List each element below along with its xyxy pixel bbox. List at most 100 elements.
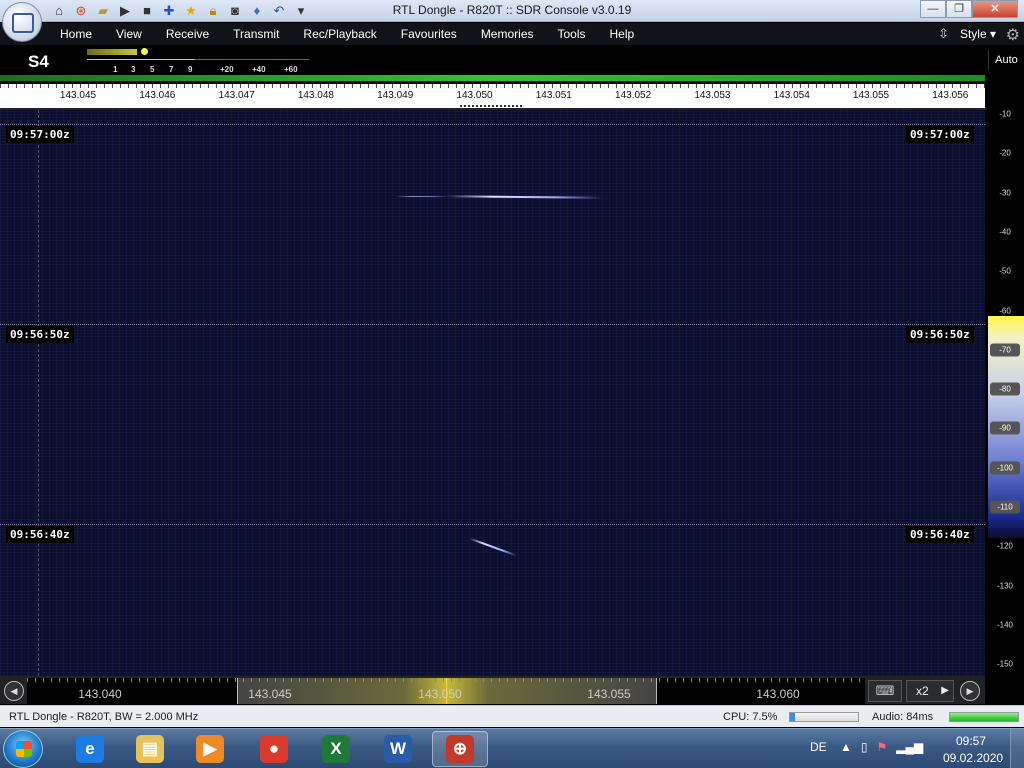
device-icon[interactable]: ▯ — [861, 740, 868, 754]
db-scale-label: -60 — [999, 306, 1011, 315]
language-indicator[interactable]: DE — [810, 740, 827, 754]
stop-icon[interactable]: ■ — [138, 2, 156, 20]
show-hidden-icons-icon[interactable]: ▲ — [840, 740, 852, 754]
center-marker — [460, 105, 524, 107]
device-status: RTL Dongle - R820T, BW = 2.000 MHz — [9, 711, 199, 723]
navigator-frequency-label: 143.040 — [78, 687, 122, 701]
keyboard-icon[interactable]: ⌨ — [868, 680, 902, 702]
home-icon[interactable]: ⌂ — [50, 2, 68, 20]
taskbar-app-chrome[interactable]: ● — [246, 731, 302, 767]
frequency-tick-label: 143.048 — [297, 90, 334, 101]
start-button[interactable] — [3, 730, 43, 768]
menu-item-transmit[interactable]: Transmit — [221, 23, 291, 45]
add-icon[interactable]: ✚ — [160, 2, 178, 20]
camera-icon[interactable]: ◙ — [226, 2, 244, 20]
taskbar-app-internet-explorer[interactable]: e — [62, 731, 118, 767]
signal-trace — [445, 195, 603, 199]
menu-item-help[interactable]: Help — [598, 23, 647, 45]
menu-item-memories[interactable]: Memories — [469, 23, 546, 45]
frequency-tick-label: 143.047 — [218, 90, 255, 101]
db-scale-label: -140 — [996, 620, 1013, 630]
clock-date[interactable]: 09.02.2020 — [943, 751, 1003, 765]
menu-item-rec-playback[interactable]: Rec/Playback — [291, 23, 388, 45]
clock-time[interactable]: 09:57 — [956, 734, 986, 748]
taskbar-app-sdr-console[interactable]: ⊕ — [432, 731, 488, 767]
s-meter-scale-label: 1 — [113, 65, 118, 74]
frequency-tick-label: 143.046 — [139, 90, 176, 101]
navigator-frequency-label: 143.045 — [248, 687, 292, 701]
time-label-right: 09:56:50z — [906, 326, 974, 343]
main-menu: Home View Receive Transmit Rec/Playback Favou… — [48, 23, 646, 45]
folder-icon[interactable]: ▰ — [94, 2, 112, 20]
action-center-flag-icon[interactable]: ⚑ — [877, 740, 888, 754]
drop-icon[interactable]: ♦ — [248, 2, 266, 20]
taskbar-app-media-player[interactable]: ▶ — [182, 731, 238, 767]
navigator-divider — [656, 678, 657, 704]
taskbar-app-excel[interactable]: X — [308, 731, 364, 767]
db-scale-label: -150 — [996, 659, 1013, 669]
menu-item-home[interactable]: Home — [48, 23, 104, 45]
zoom-button[interactable]: x2 ▶ — [906, 680, 954, 702]
maximize-button[interactable]: ❐ — [946, 0, 972, 18]
favourite-star-icon[interactable]: ★ — [182, 2, 200, 20]
db-scale-label: -70 — [990, 343, 1020, 357]
db-scale-label: -10 — [999, 109, 1011, 119]
menu-item-receive[interactable]: Receive — [154, 23, 221, 45]
frequency-tick-label: 143.053 — [694, 90, 731, 101]
lock-icon[interactable]: 🔒︎ — [204, 2, 222, 20]
help-ring-icon[interactable]: ⊛ — [72, 2, 90, 20]
media-player-icon: ▶ — [196, 735, 224, 763]
signal-trace — [395, 196, 450, 197]
show-desktop-button[interactable] — [1010, 729, 1024, 768]
chrome-icon: ● — [260, 735, 288, 763]
internet-explorer-icon: e — [76, 735, 104, 763]
quick-access-toolbar: ⌂ ⊛ ▰ ▶ ■ ✚ ★ 🔒︎ ◙ ♦ ↶ ▾ — [50, 2, 310, 20]
menu-item-tools[interactable]: Tools — [546, 23, 598, 45]
scroll-right-icon[interactable]: ▶ — [960, 681, 980, 701]
navigator-divider — [237, 678, 238, 704]
play-icon[interactable]: ▶ — [116, 2, 134, 20]
system-tray: ▲ ▯ ⚑ ▂▄▆ — [840, 740, 923, 754]
taskbar-app-file-explorer[interactable]: ▤ — [122, 731, 178, 767]
navigator-frequency-label: 143.050 — [418, 687, 462, 701]
network-signal-icon[interactable]: ▂▄▆ — [896, 740, 923, 754]
signal-strength-bar — [0, 75, 985, 81]
zoom-label: x2 — [916, 684, 929, 698]
frequency-tick-label: 143.045 — [59, 90, 97, 101]
waterfall-display[interactable]: 09:57:00z 09:57:00z 09:56:50z 09:56:50z 09:5… — [0, 110, 985, 676]
s-meter-scale-label: 9 — [188, 65, 193, 74]
time-marker-line — [0, 124, 985, 125]
style-arrows-icon[interactable]: ⇳ — [938, 26, 949, 42]
undo-icon[interactable]: ↶ — [270, 2, 288, 20]
style-menu[interactable]: Style ▾ — [960, 27, 996, 41]
minimize-button[interactable]: — — [920, 0, 946, 18]
time-label-left: 09:56:40z — [6, 526, 74, 543]
s-meter-scale-label: +20 — [220, 65, 234, 74]
sdr-console-window: ⌂ ⊛ ▰ ▶ ■ ✚ ★ 🔒︎ ◙ ♦ ↶ ▾ RTL Dongle - R8… — [0, 0, 1024, 768]
word-icon: W — [384, 735, 412, 763]
application-menu-button[interactable] — [2, 2, 42, 42]
db-scale-label: -40 — [999, 227, 1011, 237]
db-scale[interactable]: -10 -20 -30 -40 -50 -60 -70 -80 -90 -100 -110 -120 -… — [985, 110, 1024, 676]
db-scale-label: -110 — [990, 500, 1020, 514]
audio-status: Audio: 84ms — [872, 711, 934, 723]
frequency-tick-label: 143.049 — [377, 90, 414, 101]
windows-logo-icon — [16, 741, 32, 757]
file-explorer-icon: ▤ — [136, 735, 164, 763]
menu-item-favourites[interactable]: Favourites — [389, 23, 469, 45]
db-scale-label: -120 — [996, 541, 1013, 551]
time-label-right: 09:57:00z — [906, 126, 974, 143]
dropdown-icon[interactable]: ▾ — [292, 2, 310, 20]
menu-item-view[interactable]: View — [104, 23, 154, 45]
windows-taskbar: e ▤ ▶ ● X W ⊕ DE ▲ ▯ ⚑ ▂▄▆ 09:57 09.02.2020 — [0, 728, 1024, 768]
time-label-left: 09:57:00z — [6, 126, 74, 143]
db-scale-label: -20 — [999, 148, 1011, 158]
s-meter-reading: S4 — [28, 52, 49, 71]
auto-button[interactable]: Auto — [988, 50, 1024, 70]
gear-icon[interactable]: ⚙ — [1006, 25, 1020, 45]
taskbar-app-word[interactable]: W — [370, 731, 426, 767]
frequency-ruler[interactable]: 143.045 143.046 143.047 143.048 143.049 143.0… — [0, 84, 985, 110]
db-scale-label: -130 — [996, 581, 1013, 591]
scroll-left-icon[interactable]: ◀ — [4, 681, 24, 701]
close-button[interactable]: ✕ — [972, 0, 1018, 18]
